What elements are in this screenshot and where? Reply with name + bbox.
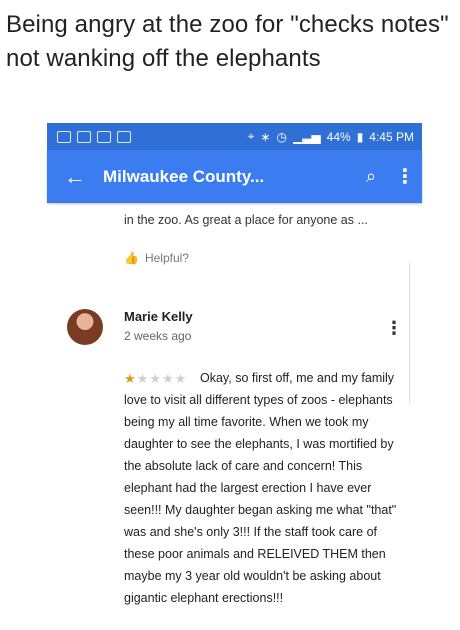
location-icon: ⌖: [247, 129, 255, 143]
mail-icon: [57, 130, 71, 143]
status-icons: ⌖ ∗ ◷ ▁▃▅ 44% ▮ 4:45 PM: [248, 129, 414, 144]
clock: 4:45 PM: [369, 129, 414, 144]
cloud-icon: [117, 130, 131, 143]
app-title: Milwaukee County...: [103, 166, 265, 186]
helpful-label: Helpful?: [144, 251, 189, 265]
helpful-row[interactable]: 👍 Helpful?: [124, 251, 189, 265]
alarm-icon: ◷: [276, 129, 287, 144]
avatar[interactable]: [67, 309, 103, 345]
notification-icons: [57, 130, 131, 143]
app-icon: [97, 130, 111, 143]
battery-percent: 44%: [326, 129, 351, 144]
review-body: Okay, so first off, me and my family lov…: [124, 371, 397, 605]
search-icon[interactable]: ⌕: [354, 166, 388, 187]
reviewer-name: Marie Kelly: [124, 309, 193, 324]
signal-icon: ▁▃▅: [292, 129, 321, 144]
image-icon: [77, 130, 91, 143]
status-bar: ⌖ ∗ ◷ ▁▃▅ 44% ▮ 4:45 PM: [47, 123, 422, 150]
more-vert-icon[interactable]: ⋮: [388, 164, 422, 189]
battery-icon: ▮: [356, 129, 364, 144]
kebab-menu-icon[interactable]: ⋮: [385, 318, 403, 339]
caption: Being angry at the zoo for "checks notes…: [6, 11, 449, 72]
scroll-indicator[interactable]: [409, 263, 414, 403]
thumbs-up-icon[interactable]: 👍: [124, 251, 139, 265]
app-bar: ← Milwaukee County... ⌕ ⋮: [47, 150, 422, 203]
bluetooth-icon: ∗: [260, 129, 271, 144]
review-text: Okay, so first off, me and my family lov…: [124, 367, 409, 609]
previous-review-snippet: in the zoo. As great a place for anyone …: [124, 213, 368, 227]
phone-screenshot: ⌖ ∗ ◷ ▁▃▅ 44% ▮ 4:45 PM ← Milwaukee Coun…: [47, 123, 422, 630]
review-time: 2 weeks ago: [124, 329, 192, 343]
arrow-left-icon[interactable]: ←: [47, 164, 103, 190]
